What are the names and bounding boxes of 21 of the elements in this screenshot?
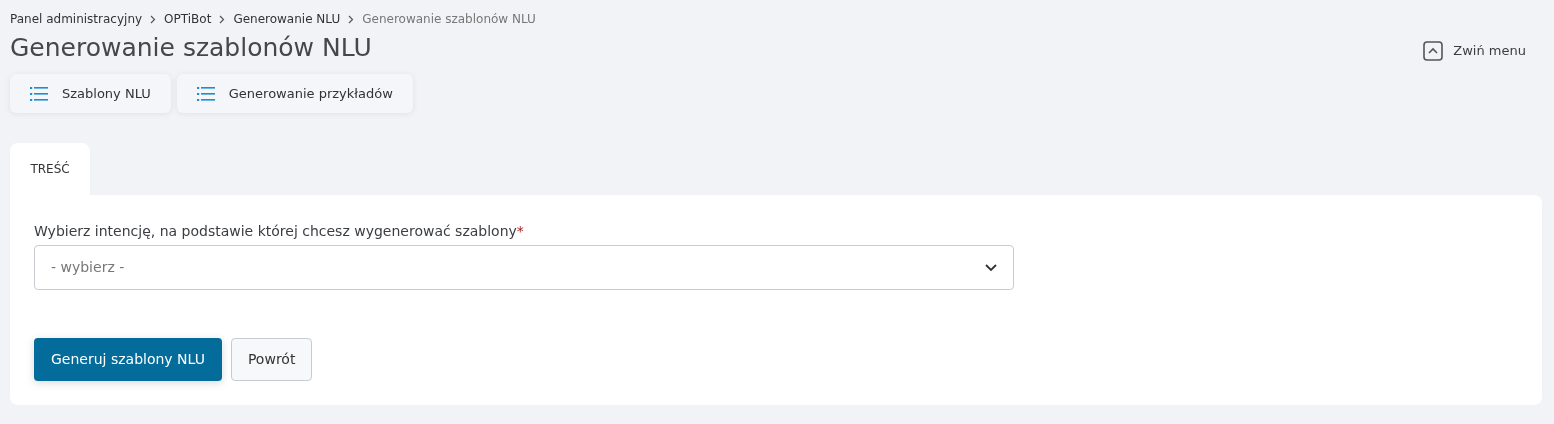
chevron-down-icon (985, 263, 997, 272)
generate-button[interactable]: Generuj szablony NLU (34, 338, 222, 381)
breadcrumb-current: Generowanie szablonów NLU (362, 11, 536, 28)
breadcrumb-link[interactable]: Panel administracyjny (10, 10, 143, 28)
tab[interactable]: TREŚĆ (10, 143, 90, 195)
breadcrumb-link[interactable]: OPTiBot (164, 10, 212, 28)
collapse-menu-button[interactable]: Zwiń menu (1423, 41, 1526, 61)
breadcrumb-link[interactable]: Generowanie NLU (233, 10, 341, 28)
nav-button[interactable]: Generowanie przykładów (176, 74, 413, 113)
back-button[interactable]: Powrót (230, 338, 313, 381)
list-icon (30, 86, 48, 101)
nav-button[interactable]: Szablony NLU (10, 74, 171, 113)
chevron-right-icon (219, 14, 226, 24)
page-title: Generowanie szablonów NLU (10, 32, 372, 64)
chevron-right-icon (150, 14, 157, 24)
list-icon (196, 86, 215, 101)
chevron-up-icon (1423, 41, 1444, 61)
required-mark: * (516, 223, 524, 239)
chevron-right-icon (348, 14, 355, 24)
intent-select[interactable]: - wybierz - (34, 245, 1014, 290)
field-label: Wybierz intencję, na podstawie której chcesz wygenerować szablony (34, 223, 517, 239)
